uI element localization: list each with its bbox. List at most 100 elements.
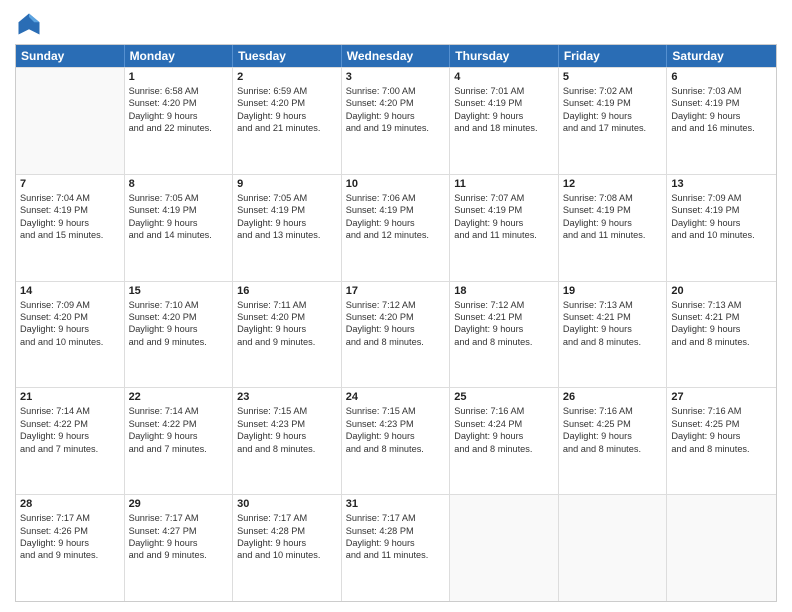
sunrise-text: Sunrise: 7:14 AM bbox=[129, 405, 229, 417]
daylight-hours-text: and and 9 minutes. bbox=[129, 549, 229, 561]
daylight-hours-text: and and 8 minutes. bbox=[454, 336, 554, 348]
header-day-monday: Monday bbox=[125, 45, 234, 67]
daylight-text: Daylight: 9 hours bbox=[671, 110, 772, 122]
sunset-text: Sunset: 4:23 PM bbox=[346, 418, 446, 430]
sunset-text: Sunset: 4:21 PM bbox=[563, 311, 663, 323]
daylight-text: Daylight: 9 hours bbox=[20, 537, 120, 549]
sunrise-text: Sunrise: 7:16 AM bbox=[671, 405, 772, 417]
daylight-hours-text: and and 7 minutes. bbox=[129, 443, 229, 455]
sunrise-text: Sunrise: 7:12 AM bbox=[454, 299, 554, 311]
daylight-hours-text: and and 7 minutes. bbox=[20, 443, 120, 455]
page: SundayMondayTuesdayWednesdayThursdayFrid… bbox=[0, 0, 792, 612]
sunset-text: Sunset: 4:22 PM bbox=[129, 418, 229, 430]
sunset-text: Sunset: 4:22 PM bbox=[20, 418, 120, 430]
sunset-text: Sunset: 4:23 PM bbox=[237, 418, 337, 430]
logo bbox=[15, 10, 45, 38]
calendar-cell: 10Sunrise: 7:06 AMSunset: 4:19 PMDayligh… bbox=[342, 175, 451, 281]
calendar-cell: 9 Sunrise: 7:05 AMSunset: 4:19 PMDaylight… bbox=[233, 175, 342, 281]
calendar: SundayMondayTuesdayWednesdayThursdayFrid… bbox=[15, 44, 777, 602]
daylight-hours-text: and and 9 minutes. bbox=[237, 336, 337, 348]
day-number: 19 bbox=[563, 285, 663, 297]
day-number: 8 bbox=[129, 178, 229, 190]
day-number: 26 bbox=[563, 391, 663, 403]
sunset-text: Sunset: 4:19 PM bbox=[237, 204, 337, 216]
sunrise-text: Sunrise: 7:11 AM bbox=[237, 299, 337, 311]
calendar-row-0: 1Sunrise: 6:58 AMSunset: 4:20 PMDaylight… bbox=[16, 67, 776, 174]
daylight-hours-text: and and 10 minutes. bbox=[237, 549, 337, 561]
day-number: 15 bbox=[129, 285, 229, 297]
sunrise-text: Sunrise: 7:15 AM bbox=[237, 405, 337, 417]
daylight-hours-text: and and 11 minutes. bbox=[563, 229, 663, 241]
daylight-hours-text: and and 8 minutes. bbox=[454, 443, 554, 455]
calendar-body: 1Sunrise: 6:58 AMSunset: 4:20 PMDaylight… bbox=[16, 67, 776, 601]
header-day-wednesday: Wednesday bbox=[342, 45, 451, 67]
sunrise-text: Sunrise: 7:00 AM bbox=[346, 85, 446, 97]
day-number: 4 bbox=[454, 71, 554, 83]
calendar-cell: 1Sunrise: 6:58 AMSunset: 4:20 PMDaylight… bbox=[125, 68, 234, 174]
day-number: 22 bbox=[129, 391, 229, 403]
calendar-cell bbox=[667, 495, 776, 601]
daylight-text: Daylight: 9 hours bbox=[237, 537, 337, 549]
sunrise-text: Sunrise: 7:04 AM bbox=[20, 192, 120, 204]
sunrise-text: Sunrise: 7:17 AM bbox=[237, 512, 337, 524]
sunset-text: Sunset: 4:19 PM bbox=[454, 97, 554, 109]
sunset-text: Sunset: 4:25 PM bbox=[563, 418, 663, 430]
calendar-cell: 19Sunrise: 7:13 AMSunset: 4:21 PMDayligh… bbox=[559, 282, 668, 388]
daylight-text: Daylight: 9 hours bbox=[237, 217, 337, 229]
calendar-cell bbox=[16, 68, 125, 174]
day-number: 2 bbox=[237, 71, 337, 83]
day-number: 9 bbox=[237, 178, 337, 190]
sunrise-text: Sunrise: 7:13 AM bbox=[671, 299, 772, 311]
sunrise-text: Sunrise: 6:59 AM bbox=[237, 85, 337, 97]
daylight-hours-text: and and 8 minutes. bbox=[671, 336, 772, 348]
calendar-cell bbox=[559, 495, 668, 601]
sunset-text: Sunset: 4:27 PM bbox=[129, 525, 229, 537]
daylight-text: Daylight: 9 hours bbox=[20, 217, 120, 229]
calendar-cell: 31Sunrise: 7:17 AMSunset: 4:28 PMDayligh… bbox=[342, 495, 451, 601]
sunset-text: Sunset: 4:21 PM bbox=[671, 311, 772, 323]
day-number: 11 bbox=[454, 178, 554, 190]
daylight-text: Daylight: 9 hours bbox=[454, 110, 554, 122]
calendar-cell: 29Sunrise: 7:17 AMSunset: 4:27 PMDayligh… bbox=[125, 495, 234, 601]
calendar-row-3: 21Sunrise: 7:14 AMSunset: 4:22 PMDayligh… bbox=[16, 387, 776, 494]
daylight-hours-text: and and 8 minutes. bbox=[671, 443, 772, 455]
daylight-hours-text: and and 18 minutes. bbox=[454, 122, 554, 134]
day-number: 10 bbox=[346, 178, 446, 190]
sunrise-text: Sunrise: 7:17 AM bbox=[129, 512, 229, 524]
sunset-text: Sunset: 4:19 PM bbox=[346, 204, 446, 216]
calendar-row-4: 28Sunrise: 7:17 AMSunset: 4:26 PMDayligh… bbox=[16, 494, 776, 601]
day-number: 17 bbox=[346, 285, 446, 297]
daylight-text: Daylight: 9 hours bbox=[671, 430, 772, 442]
daylight-text: Daylight: 9 hours bbox=[671, 323, 772, 335]
sunset-text: Sunset: 4:21 PM bbox=[454, 311, 554, 323]
daylight-text: Daylight: 9 hours bbox=[346, 323, 446, 335]
sunset-text: Sunset: 4:20 PM bbox=[237, 97, 337, 109]
sunrise-text: Sunrise: 7:05 AM bbox=[237, 192, 337, 204]
day-number: 30 bbox=[237, 498, 337, 510]
day-number: 25 bbox=[454, 391, 554, 403]
daylight-text: Daylight: 9 hours bbox=[129, 323, 229, 335]
daylight-text: Daylight: 9 hours bbox=[129, 110, 229, 122]
sunset-text: Sunset: 4:25 PM bbox=[671, 418, 772, 430]
calendar-cell: 24Sunrise: 7:15 AMSunset: 4:23 PMDayligh… bbox=[342, 388, 451, 494]
calendar-cell: 28Sunrise: 7:17 AMSunset: 4:26 PMDayligh… bbox=[16, 495, 125, 601]
calendar-cell: 23 Sunrise: 7:15 AMSunset: 4:23 PMDayligh… bbox=[233, 388, 342, 494]
sunrise-text: Sunrise: 7:07 AM bbox=[454, 192, 554, 204]
daylight-text: Daylight: 9 hours bbox=[563, 217, 663, 229]
sunset-text: Sunset: 4:19 PM bbox=[563, 97, 663, 109]
daylight-text: Daylight: 9 hours bbox=[346, 217, 446, 229]
daylight-hours-text: and and 10 minutes. bbox=[671, 229, 772, 241]
calendar-row-2: 14Sunrise: 7:09 AMSunset: 4:20 PMDayligh… bbox=[16, 281, 776, 388]
sunset-text: Sunset: 4:19 PM bbox=[671, 204, 772, 216]
calendar-cell: 7Sunrise: 7:04 AMSunset: 4:19 PMDaylight… bbox=[16, 175, 125, 281]
daylight-hours-text: and and 21 minutes. bbox=[237, 122, 337, 134]
sunrise-text: Sunrise: 6:58 AM bbox=[129, 85, 229, 97]
day-number: 23 bbox=[237, 391, 337, 403]
sunset-text: Sunset: 4:20 PM bbox=[129, 97, 229, 109]
calendar-cell: 13Sunrise: 7:09 AMSunset: 4:19 PMDayligh… bbox=[667, 175, 776, 281]
daylight-hours-text: and and 13 minutes. bbox=[237, 229, 337, 241]
calendar-cell: 5Sunrise: 7:02 AMSunset: 4:19 PMDaylight… bbox=[559, 68, 668, 174]
daylight-text: Daylight: 9 hours bbox=[563, 323, 663, 335]
sunrise-text: Sunrise: 7:02 AM bbox=[563, 85, 663, 97]
daylight-text: Daylight: 9 hours bbox=[237, 430, 337, 442]
